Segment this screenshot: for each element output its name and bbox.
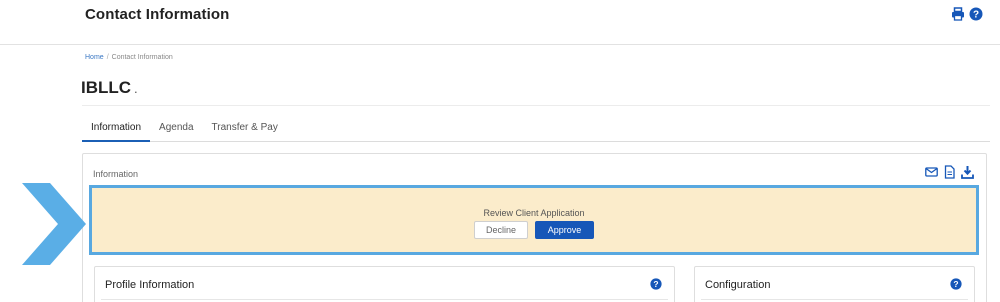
tab-bar: Information Agenda Transfer & Pay bbox=[82, 115, 990, 142]
help-icon[interactable]: ? bbox=[950, 278, 962, 290]
profile-information-card: Profile Information ? bbox=[94, 266, 675, 302]
panel-actions bbox=[925, 165, 974, 179]
email-icon[interactable] bbox=[925, 165, 938, 179]
page-title-text: IBLLC bbox=[81, 78, 132, 97]
page-title-suffix: . bbox=[134, 81, 138, 96]
configuration-title: Configuration bbox=[705, 279, 771, 291]
profile-information-title: Profile Information bbox=[105, 279, 195, 291]
approve-button[interactable]: Approve bbox=[535, 221, 594, 239]
main-content: Home / Contact Information IBLLC. Informat… bbox=[0, 45, 1000, 302]
svg-text:?: ? bbox=[973, 10, 979, 21]
chevron-right-icon bbox=[22, 183, 86, 265]
divider bbox=[82, 105, 990, 106]
help-icon[interactable]: ? bbox=[969, 7, 983, 21]
help-icon[interactable]: ? bbox=[650, 278, 662, 290]
information-panel-title: Information bbox=[93, 169, 139, 179]
tab-agenda[interactable]: Agenda bbox=[150, 115, 202, 142]
review-label: Review Client Application bbox=[483, 208, 585, 218]
breadcrumb-current: Contact Information bbox=[111, 54, 173, 61]
breadcrumb-separator: / bbox=[106, 54, 109, 61]
divider bbox=[701, 299, 968, 300]
breadcrumb: Home / Contact Information bbox=[85, 54, 173, 61]
decline-button[interactable]: Decline bbox=[474, 221, 528, 239]
configuration-card: Configuration ? bbox=[694, 266, 975, 302]
review-actions: Decline Approve bbox=[92, 221, 976, 239]
top-bar-icons: ? bbox=[951, 7, 983, 21]
top-bar: Contact Information ? bbox=[0, 0, 1000, 45]
svg-text:?: ? bbox=[653, 279, 658, 289]
divider bbox=[101, 299, 668, 300]
print-icon[interactable] bbox=[951, 7, 965, 21]
window-title: Contact Information bbox=[85, 6, 230, 23]
page-title: IBLLC. bbox=[81, 78, 138, 98]
svg-text:?: ? bbox=[953, 279, 958, 289]
download-icon[interactable] bbox=[961, 165, 974, 179]
tab-information[interactable]: Information bbox=[82, 115, 151, 142]
breadcrumb-home[interactable]: Home bbox=[85, 54, 104, 61]
document-icon[interactable] bbox=[943, 165, 956, 179]
review-application-box: Review Client Application Decline Approv… bbox=[89, 185, 979, 255]
tab-transfer-pay[interactable]: Transfer & Pay bbox=[203, 115, 287, 142]
